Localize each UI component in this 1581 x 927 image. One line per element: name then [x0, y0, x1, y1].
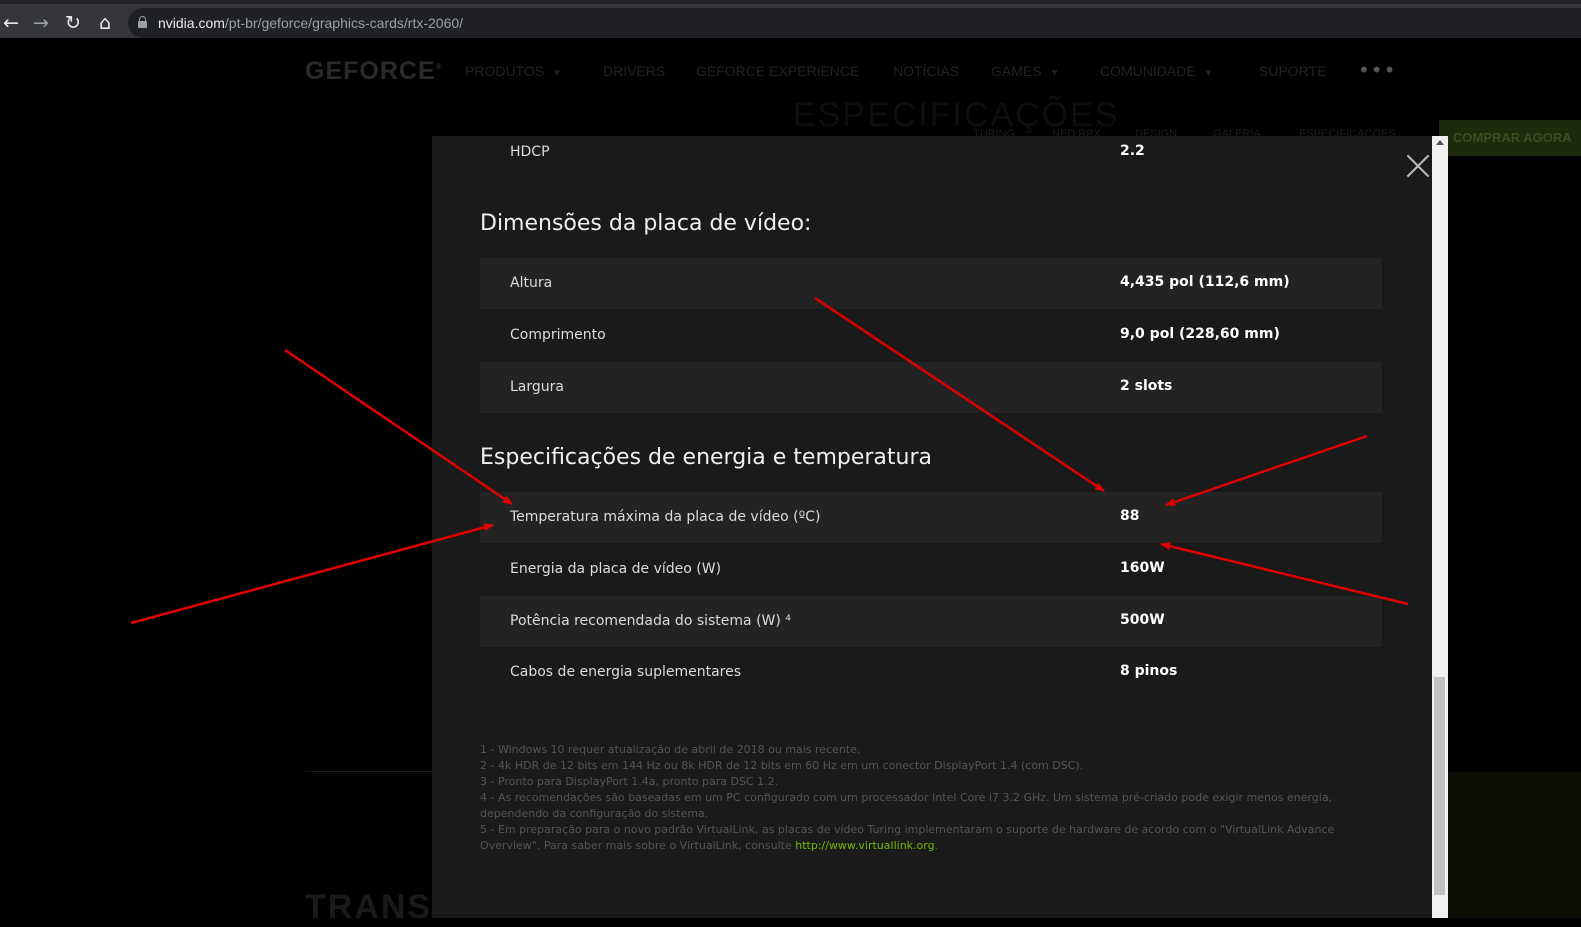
- red-arrow: [1165, 434, 1368, 507]
- annotation-arrows: [130, 296, 1409, 625]
- red-arrow: [1160, 542, 1409, 606]
- red-arrow: [130, 523, 494, 625]
- red-arrow: [284, 348, 513, 506]
- red-arrow: [814, 296, 1105, 493]
